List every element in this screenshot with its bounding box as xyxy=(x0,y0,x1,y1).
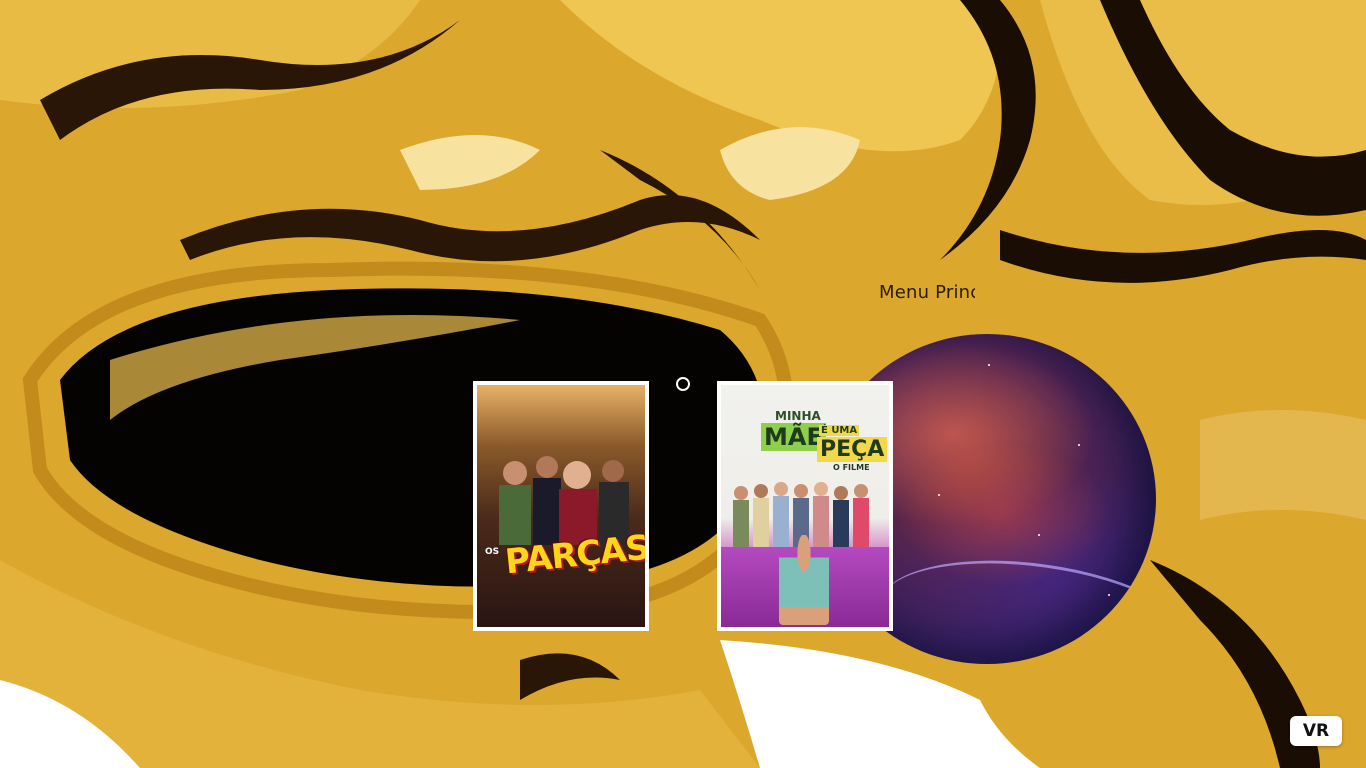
poster-title-prefix: OS xyxy=(485,547,500,557)
planet-star xyxy=(988,364,990,366)
planet-star xyxy=(1078,444,1080,446)
planet-star xyxy=(1038,534,1040,536)
movie-poster-os-parcas[interactable]: OS PARÇAS xyxy=(473,381,649,631)
enter-vr-button[interactable]: VR xyxy=(1290,716,1342,746)
gaze-cursor-icon xyxy=(676,377,690,391)
poster-lead-figure xyxy=(779,535,829,625)
poster-title-line: É UMA xyxy=(819,425,860,436)
poster-title-line: PEÇA xyxy=(817,437,888,462)
planet-ring-arc xyxy=(870,542,1156,664)
planet-star xyxy=(938,494,940,496)
planet-star xyxy=(1108,594,1110,596)
movie-poster-minha-mae-e-uma-peca[interactable]: MINHA MÃE É UMA PEÇA O FILME xyxy=(717,381,893,631)
poster-title-line: MINHA xyxy=(775,409,821,423)
main-menu-label[interactable]: Menu Principal xyxy=(879,282,975,303)
poster-title-line: O FILME xyxy=(833,463,870,472)
vr-scene[interactable]: Menu Principal OS PARÇAS MINHA MÃE É UMA… xyxy=(0,0,1366,768)
